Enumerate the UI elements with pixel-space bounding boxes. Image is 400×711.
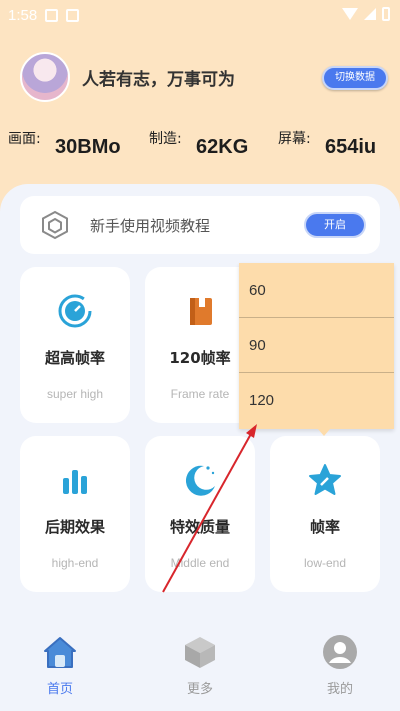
- nav-home-label: 首页: [46, 682, 73, 697]
- star-icon: [309, 464, 341, 495]
- moon-icon: [185, 465, 215, 496]
- dropdown-option-60[interactable]: 60: [239, 263, 394, 318]
- card-subtitle: low-end: [303, 556, 347, 570]
- stat-value-display: 654iu: [325, 136, 377, 158]
- dropdown-pointer: [318, 429, 330, 436]
- card-subtitle: Middle end: [170, 556, 230, 570]
- card-super-high[interactable]: 超高帧率 super high: [20, 267, 130, 423]
- switch-data-button[interactable]: 切换数据: [322, 66, 388, 90]
- speedometer-icon: [58, 294, 92, 328]
- bar-chart-icon: [63, 470, 87, 494]
- motto-text: 人若有志，万事可为: [82, 69, 235, 90]
- image-notification-icon: [45, 8, 59, 22]
- nav-mine-label: 我的: [326, 682, 353, 697]
- stat-label-manufacture: 制造:: [149, 131, 182, 147]
- tutorial-bar[interactable]: 新手使用视频教程 开启: [20, 196, 380, 254]
- cube-icon: [185, 637, 215, 668]
- status-time: 1:58: [8, 6, 38, 24]
- stat-value-screen: 30BMo: [55, 136, 121, 158]
- profile-header: 人若有志，万事可为: [20, 52, 235, 102]
- card-title: 后期效果: [44, 518, 105, 536]
- notification-icon: [66, 8, 80, 22]
- wifi-icon: [342, 8, 358, 20]
- frame-rate-dropdown: 60 90 120: [239, 263, 394, 429]
- book-icon: [190, 298, 212, 325]
- card-subtitle: high-end: [51, 556, 99, 570]
- open-button[interactable]: 开启: [304, 212, 366, 238]
- card-title: 超高帧率: [44, 349, 105, 367]
- card-subtitle: super high: [46, 387, 104, 401]
- stat-value-manufacture: 62KG: [196, 136, 249, 158]
- battery-icon: [382, 7, 390, 21]
- dropdown-option-90[interactable]: 90: [239, 318, 394, 373]
- home-icon: [44, 637, 76, 668]
- tutorial-text: 新手使用视频教程: [90, 217, 211, 235]
- stat-label-screen: 画面:: [8, 131, 41, 147]
- stats-row: 画面: 30BMo 制造: 62KG 屏幕: 654iu: [0, 124, 400, 164]
- stat-label-display: 屏幕:: [278, 131, 311, 147]
- card-post-effects[interactable]: 后期效果 high-end: [20, 436, 130, 592]
- card-frame-rate[interactable]: 帧率 low-end: [270, 436, 380, 592]
- bottom-nav: 首页 更多 我的: [0, 630, 400, 700]
- avatar[interactable]: [20, 52, 70, 102]
- status-bar: 1:58: [0, 0, 400, 30]
- card-title: 帧率: [309, 518, 340, 536]
- status-icons: [342, 7, 390, 21]
- card-title: 特效质量: [169, 518, 230, 536]
- dropdown-option-120[interactable]: 120: [239, 373, 394, 428]
- user-icon: [323, 635, 357, 669]
- nav-more-label: 更多: [186, 682, 213, 697]
- hexagon-icon: [42, 210, 68, 240]
- card-effect-quality[interactable]: 特效质量 Middle end: [145, 436, 255, 592]
- signal-icon: [364, 8, 376, 20]
